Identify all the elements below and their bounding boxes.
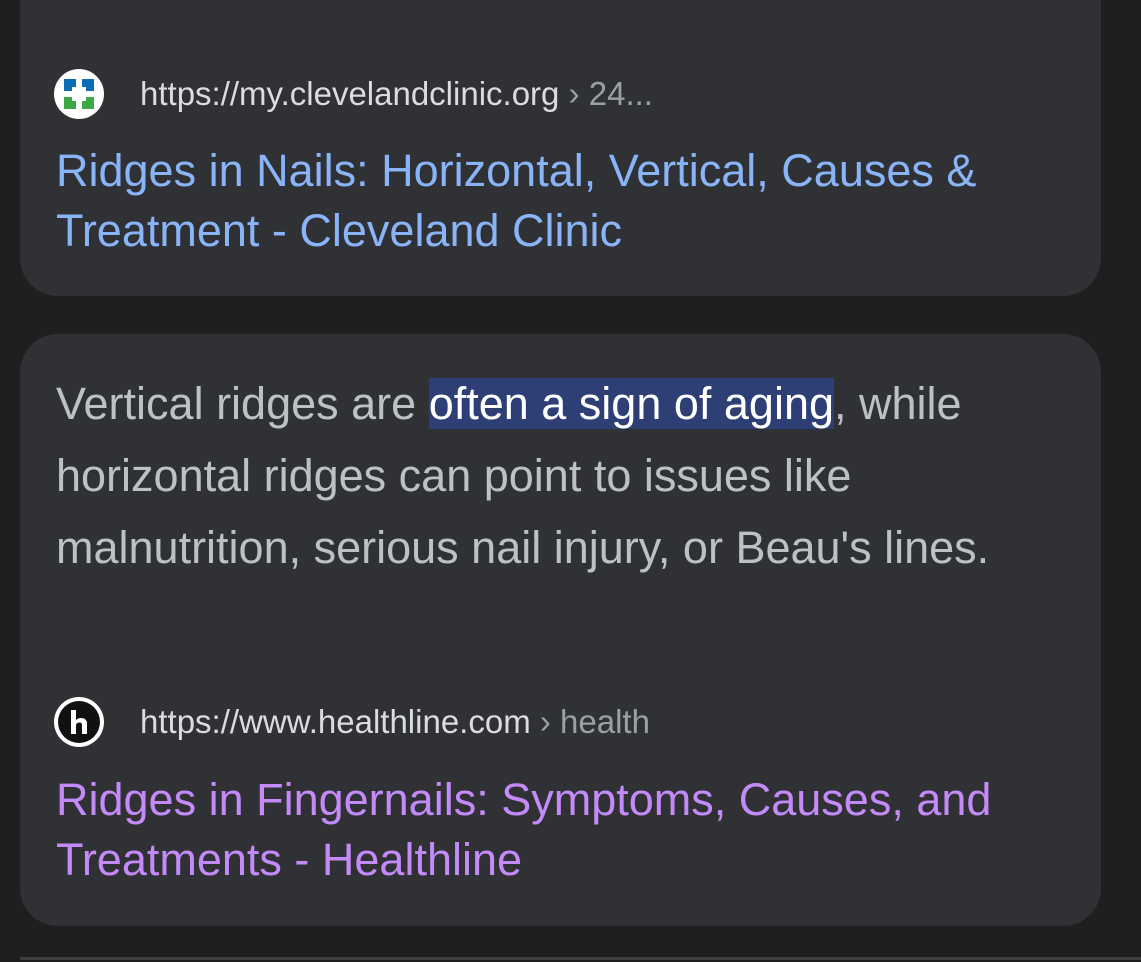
result-url-domain: https://my.clevelandclinic.org xyxy=(140,75,560,112)
result-title-link[interactable]: Ridges in Nails: Horizontal, Vertical, C… xyxy=(56,141,1066,261)
result-url: https://www.healthline.com › health xyxy=(140,703,650,741)
snippet-highlight: often a sign of aging xyxy=(428,378,834,429)
healthline-logo-icon xyxy=(54,697,104,747)
search-result-card-healthline: Vertical ridges are often a sign of agin… xyxy=(20,334,1101,926)
snippet-text-before: Vertical ridges are xyxy=(56,378,429,429)
result-snippet: Vertical ridges are often a sign of agin… xyxy=(56,368,1081,584)
result-url: https://my.clevelandclinic.org › 24... xyxy=(140,75,653,113)
result-url-path: › 24... xyxy=(559,75,653,112)
result-url-path: › health xyxy=(530,703,650,740)
cleveland-clinic-logo-icon xyxy=(54,69,104,119)
result-title-link[interactable]: Ridges in Fingernails: Symptoms, Causes,… xyxy=(56,770,1066,890)
result-source-row[interactable]: https://my.clevelandclinic.org › 24... xyxy=(54,68,653,120)
result-url-domain: https://www.healthline.com xyxy=(140,703,531,740)
result-source-row[interactable]: https://www.healthline.com › health xyxy=(54,696,650,748)
search-result-card-cleveland-clinic: https://my.clevelandclinic.org › 24... R… xyxy=(20,0,1101,296)
divider xyxy=(20,957,1141,960)
